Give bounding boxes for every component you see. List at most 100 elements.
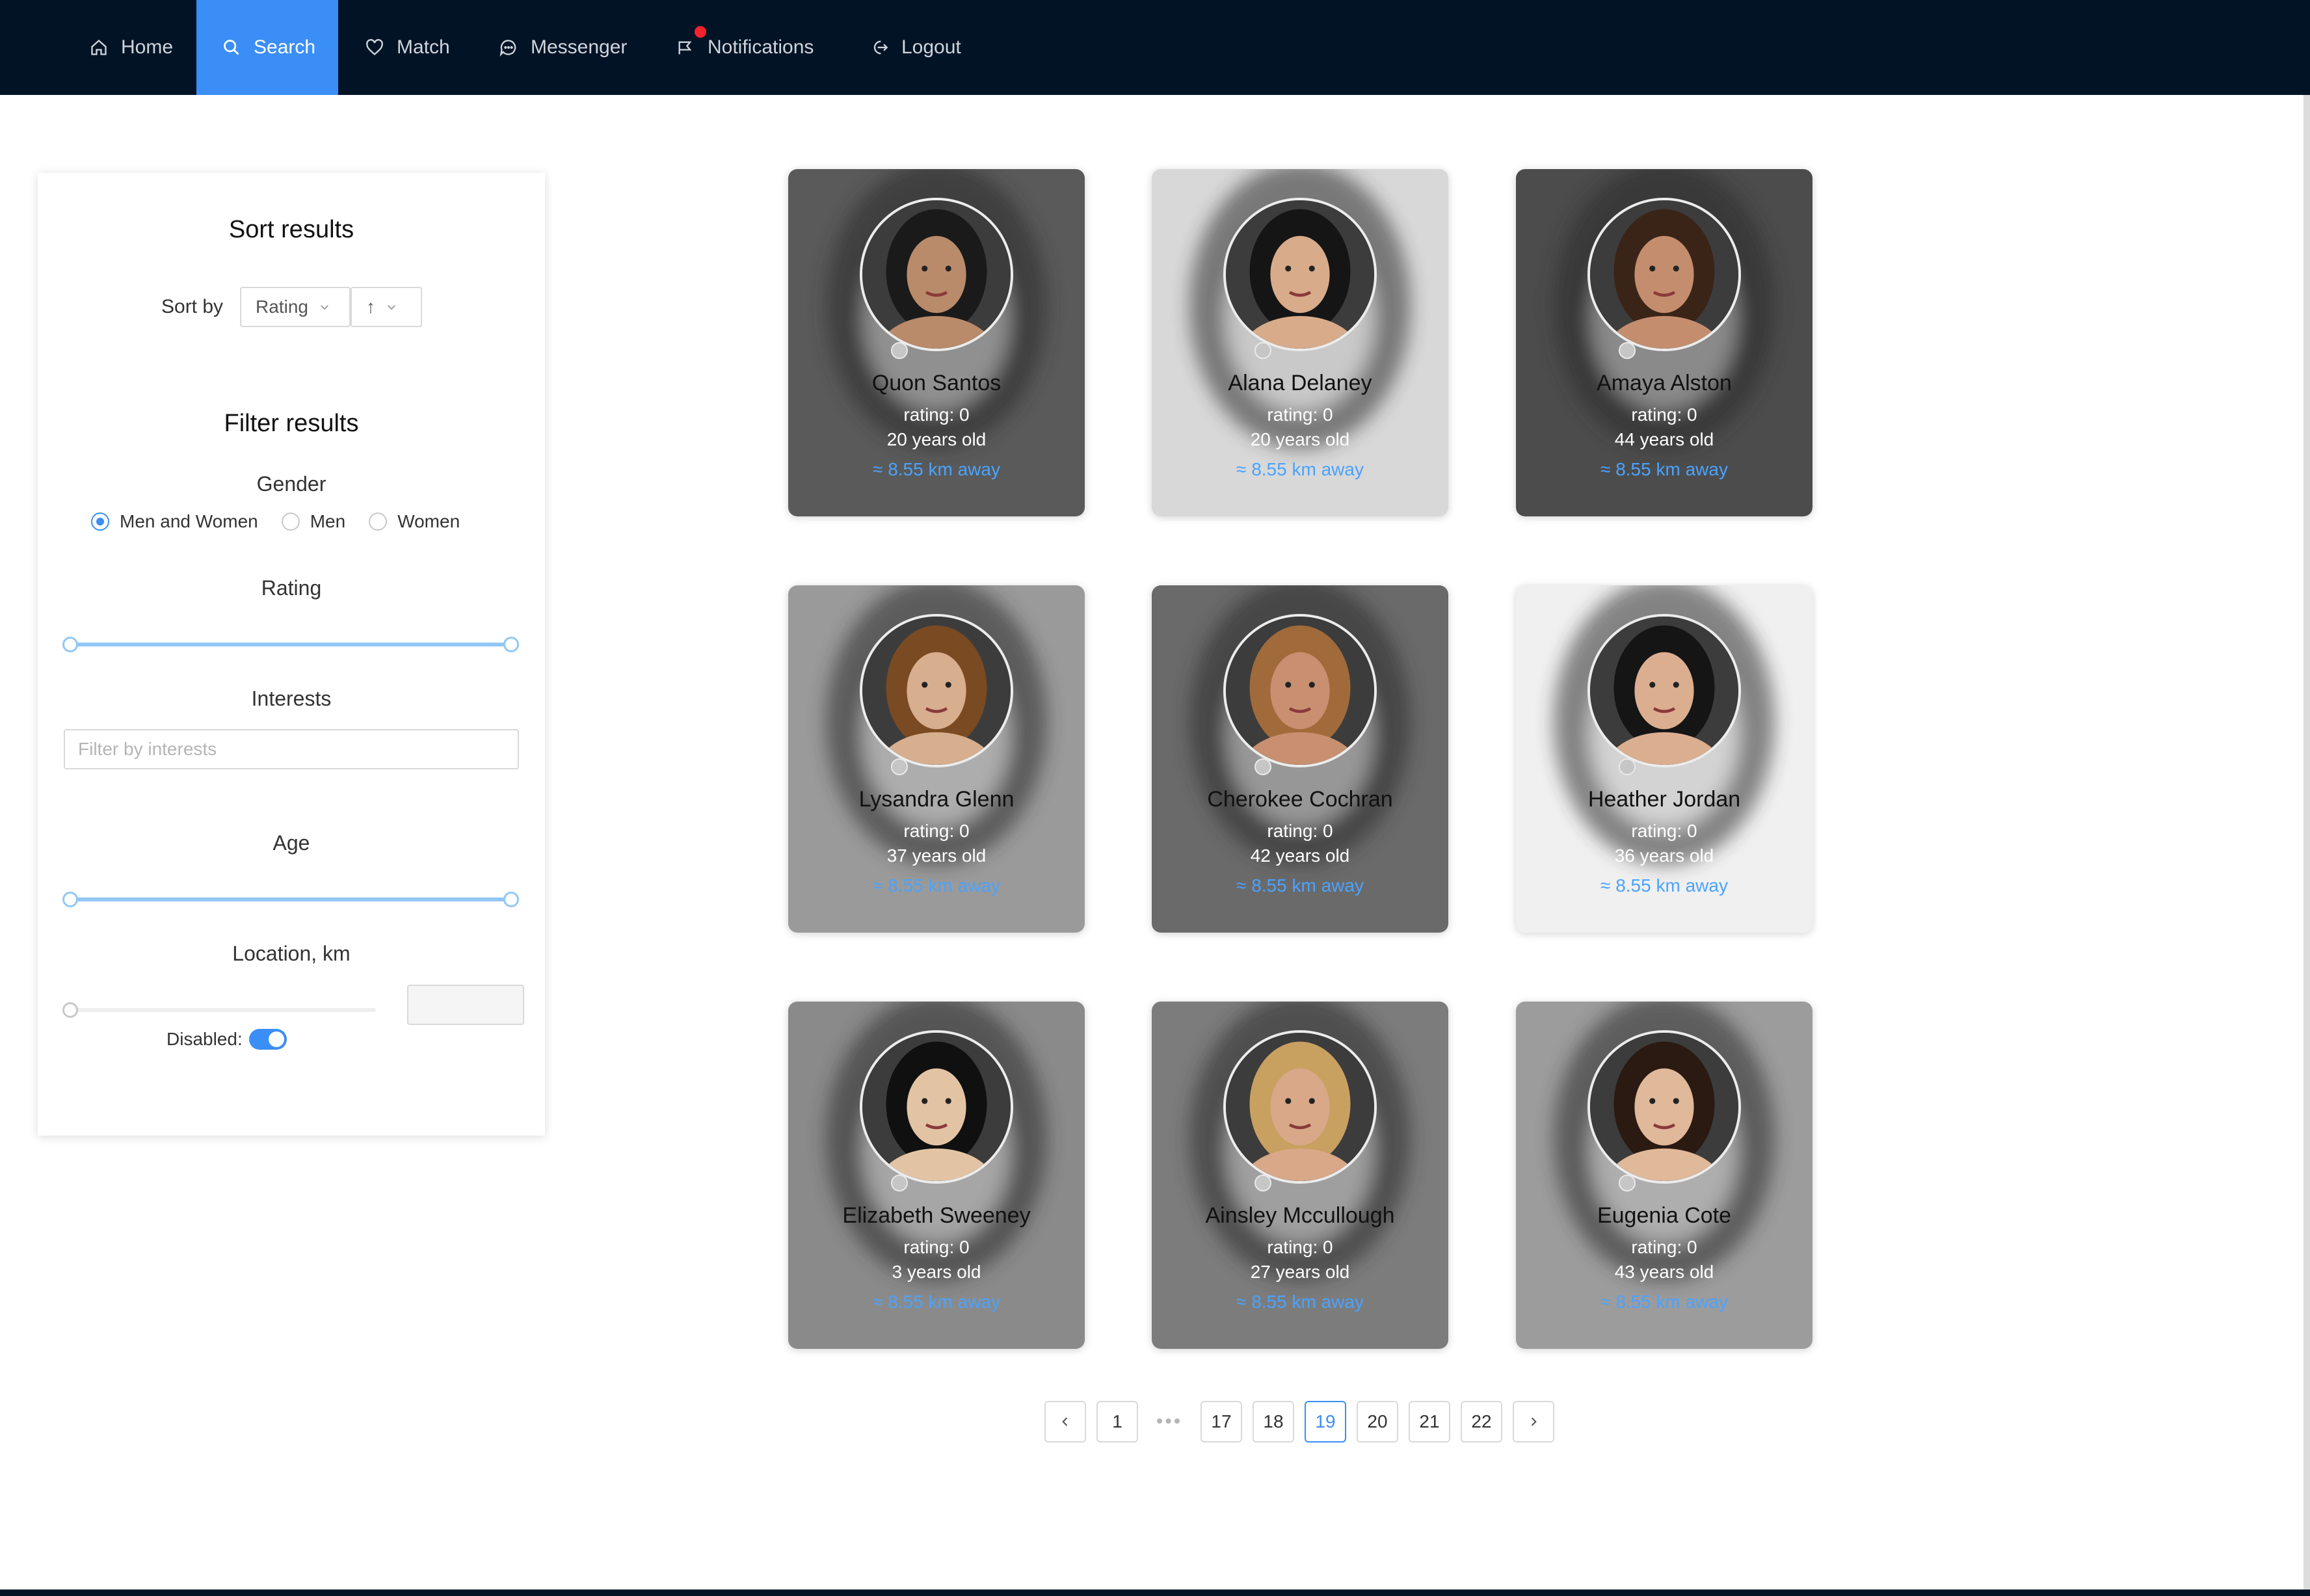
profile-distance: ≈ 8.55 km away: [1600, 1292, 1728, 1312]
profile-card[interactable]: Quon Santos rating: 0 20 years old ≈ 8.55 k…: [788, 169, 1085, 516]
profile-name[interactable]: Lysandra Glenn: [788, 787, 1085, 812]
profile-card[interactable]: Alana Delaney rating: 0 20 years old ≈ 8.55…: [1152, 169, 1448, 516]
profile-photo: [862, 200, 1011, 349]
gender-radio-women[interactable]: Women: [369, 511, 460, 532]
profile-age: 37 years old: [886, 845, 987, 866]
profile-card[interactable]: Heather Jordan rating: 0 36 years old ≈ 8.5…: [1516, 585, 1812, 933]
profile-avatar[interactable]: [860, 614, 1013, 767]
gender-label: Gender: [256, 472, 326, 496]
online-status-dot: [1255, 1175, 1271, 1191]
profile-card[interactable]: Cherokee Cochran rating: 0 42 years old ≈ 8…: [1152, 585, 1448, 933]
profile-name[interactable]: Quon Santos: [788, 371, 1085, 396]
profile-rating: rating: 0: [1267, 1237, 1333, 1257]
profile-avatar[interactable]: [860, 1030, 1013, 1184]
pagination-page-22[interactable]: 22: [1461, 1401, 1502, 1443]
profile-name[interactable]: Amaya Alston: [1516, 371, 1812, 396]
nav-logout-label: Logout: [901, 36, 961, 58]
location-slider[interactable]: [62, 1000, 376, 1020]
pagination-page-19-current[interactable]: 19: [1305, 1401, 1346, 1443]
profile-distance: ≈ 8.55 km away: [1600, 459, 1728, 479]
profile-distance: ≈ 8.55 km away: [1236, 875, 1364, 896]
slider-handle[interactable]: [62, 1002, 78, 1018]
pagination-page-20[interactable]: 20: [1357, 1401, 1398, 1443]
online-status-dot: [891, 1175, 908, 1191]
sort-direction-select[interactable]: ↑: [351, 287, 423, 327]
slider-track[interactable]: [70, 898, 519, 901]
radio-circle[interactable]: [91, 512, 109, 531]
location-disabled-toggle[interactable]: [248, 1029, 287, 1050]
slider-handle-max[interactable]: [503, 637, 519, 652]
profile-card[interactable]: Lysandra Glenn rating: 0 37 years old ≈ 8.5…: [788, 585, 1085, 933]
profile-avatar[interactable]: [1587, 1030, 1741, 1184]
interests-filter-input[interactable]: [64, 729, 519, 769]
location-km-input[interactable]: [407, 985, 524, 1025]
slider-handle-min[interactable]: [62, 892, 78, 907]
profile-avatar[interactable]: [1223, 198, 1377, 351]
pagination-page-17[interactable]: 17: [1201, 1401, 1242, 1443]
profile-age: 3 years old: [892, 1262, 981, 1282]
rating-range-slider[interactable]: [62, 635, 519, 654]
slider-track[interactable]: [70, 1008, 376, 1012]
profile-age: 43 years old: [1614, 1262, 1714, 1282]
nav-messenger-label: Messenger: [531, 36, 628, 58]
nav-notifications[interactable]: Notifications: [676, 0, 814, 95]
pagination-ellipsis[interactable]: •••: [1148, 1401, 1190, 1443]
pagination-prev-button[interactable]: [1044, 1401, 1086, 1443]
interests-label: Interests: [251, 687, 332, 710]
gender-radio-men[interactable]: Men: [281, 511, 345, 532]
chevron-left-icon: [1062, 1417, 1068, 1426]
nav-match[interactable]: Match: [365, 0, 450, 95]
profile-age: 20 years old: [886, 429, 987, 449]
profile-name[interactable]: Ainsley Mccullough: [1152, 1203, 1448, 1229]
slider-handle-max[interactable]: [503, 892, 519, 907]
gender-radio-men-and-women[interactable]: Men and Women: [91, 511, 258, 532]
nav-home[interactable]: Home: [90, 0, 173, 95]
sort-results-title: Sort results: [228, 216, 354, 243]
pagination-page-21[interactable]: 21: [1409, 1401, 1450, 1443]
profile-photo: [1590, 617, 1738, 765]
profile-rating: rating: 0: [1631, 1237, 1697, 1257]
radio-circle[interactable]: [369, 512, 388, 531]
pagination-page-18[interactable]: 18: [1253, 1401, 1294, 1443]
profile-name[interactable]: Elizabeth Sweeney: [788, 1203, 1085, 1229]
pagination-next-button[interactable]: [1513, 1401, 1554, 1443]
window-scrollbar[interactable]: [2303, 95, 2310, 1589]
profile-avatar[interactable]: [1587, 614, 1741, 767]
nav-search[interactable]: Search: [196, 0, 338, 95]
search-icon: [224, 40, 239, 55]
profile-card[interactable]: Amaya Alston rating: 0 44 years old ≈ 8.55 …: [1516, 169, 1812, 516]
profile-distance: ≈ 8.55 km away: [1600, 875, 1728, 896]
slider-handle-min[interactable]: [62, 637, 78, 652]
age-range-slider[interactable]: [62, 890, 519, 909]
sort-by-label: Sort by: [161, 296, 224, 317]
profile-rating: rating: 0: [1631, 821, 1697, 841]
nav-logout[interactable]: Logout: [870, 0, 961, 95]
profile-avatar[interactable]: [1587, 198, 1741, 351]
profile-photo: [1590, 200, 1738, 349]
profile-rating: rating: 0: [903, 405, 970, 425]
chevron-down-icon: [321, 305, 328, 310]
profile-rating: rating: 0: [1631, 405, 1697, 425]
profile-avatar[interactable]: [1223, 614, 1377, 767]
profile-card[interactable]: Ainsley Mccullough rating: 0 27 years old ≈…: [1152, 1002, 1448, 1349]
gender-option-label: Men and Women: [120, 511, 258, 531]
pagination-page-1[interactable]: 1: [1096, 1401, 1138, 1443]
profile-age: 44 years old: [1614, 429, 1714, 449]
profile-avatar[interactable]: [1223, 1030, 1377, 1184]
profile-name[interactable]: Cherokee Cochran: [1152, 787, 1448, 812]
slider-track[interactable]: [70, 643, 519, 646]
profile-name[interactable]: Alana Delaney: [1152, 371, 1448, 396]
profile-card[interactable]: Eugenia Cote rating: 0 43 years old ≈ 8.55 …: [1516, 1002, 1812, 1349]
sort-field-select[interactable]: Rating: [240, 287, 351, 327]
heart-icon: [366, 39, 383, 56]
chevron-down-icon: [388, 305, 395, 310]
nav-messenger[interactable]: Messenger: [499, 0, 627, 95]
profile-card[interactable]: Elizabeth Sweeney rating: 0 3 years old ≈ 8…: [788, 1002, 1085, 1349]
profile-avatar[interactable]: [860, 198, 1013, 351]
profile-photo: [1226, 1033, 1374, 1181]
logout-icon: [873, 40, 888, 55]
nav-search-label: Search: [254, 36, 316, 58]
profile-name[interactable]: Heather Jordan: [1516, 787, 1812, 812]
radio-circle[interactable]: [281, 512, 300, 531]
profile-name[interactable]: Eugenia Cote: [1516, 1203, 1812, 1229]
